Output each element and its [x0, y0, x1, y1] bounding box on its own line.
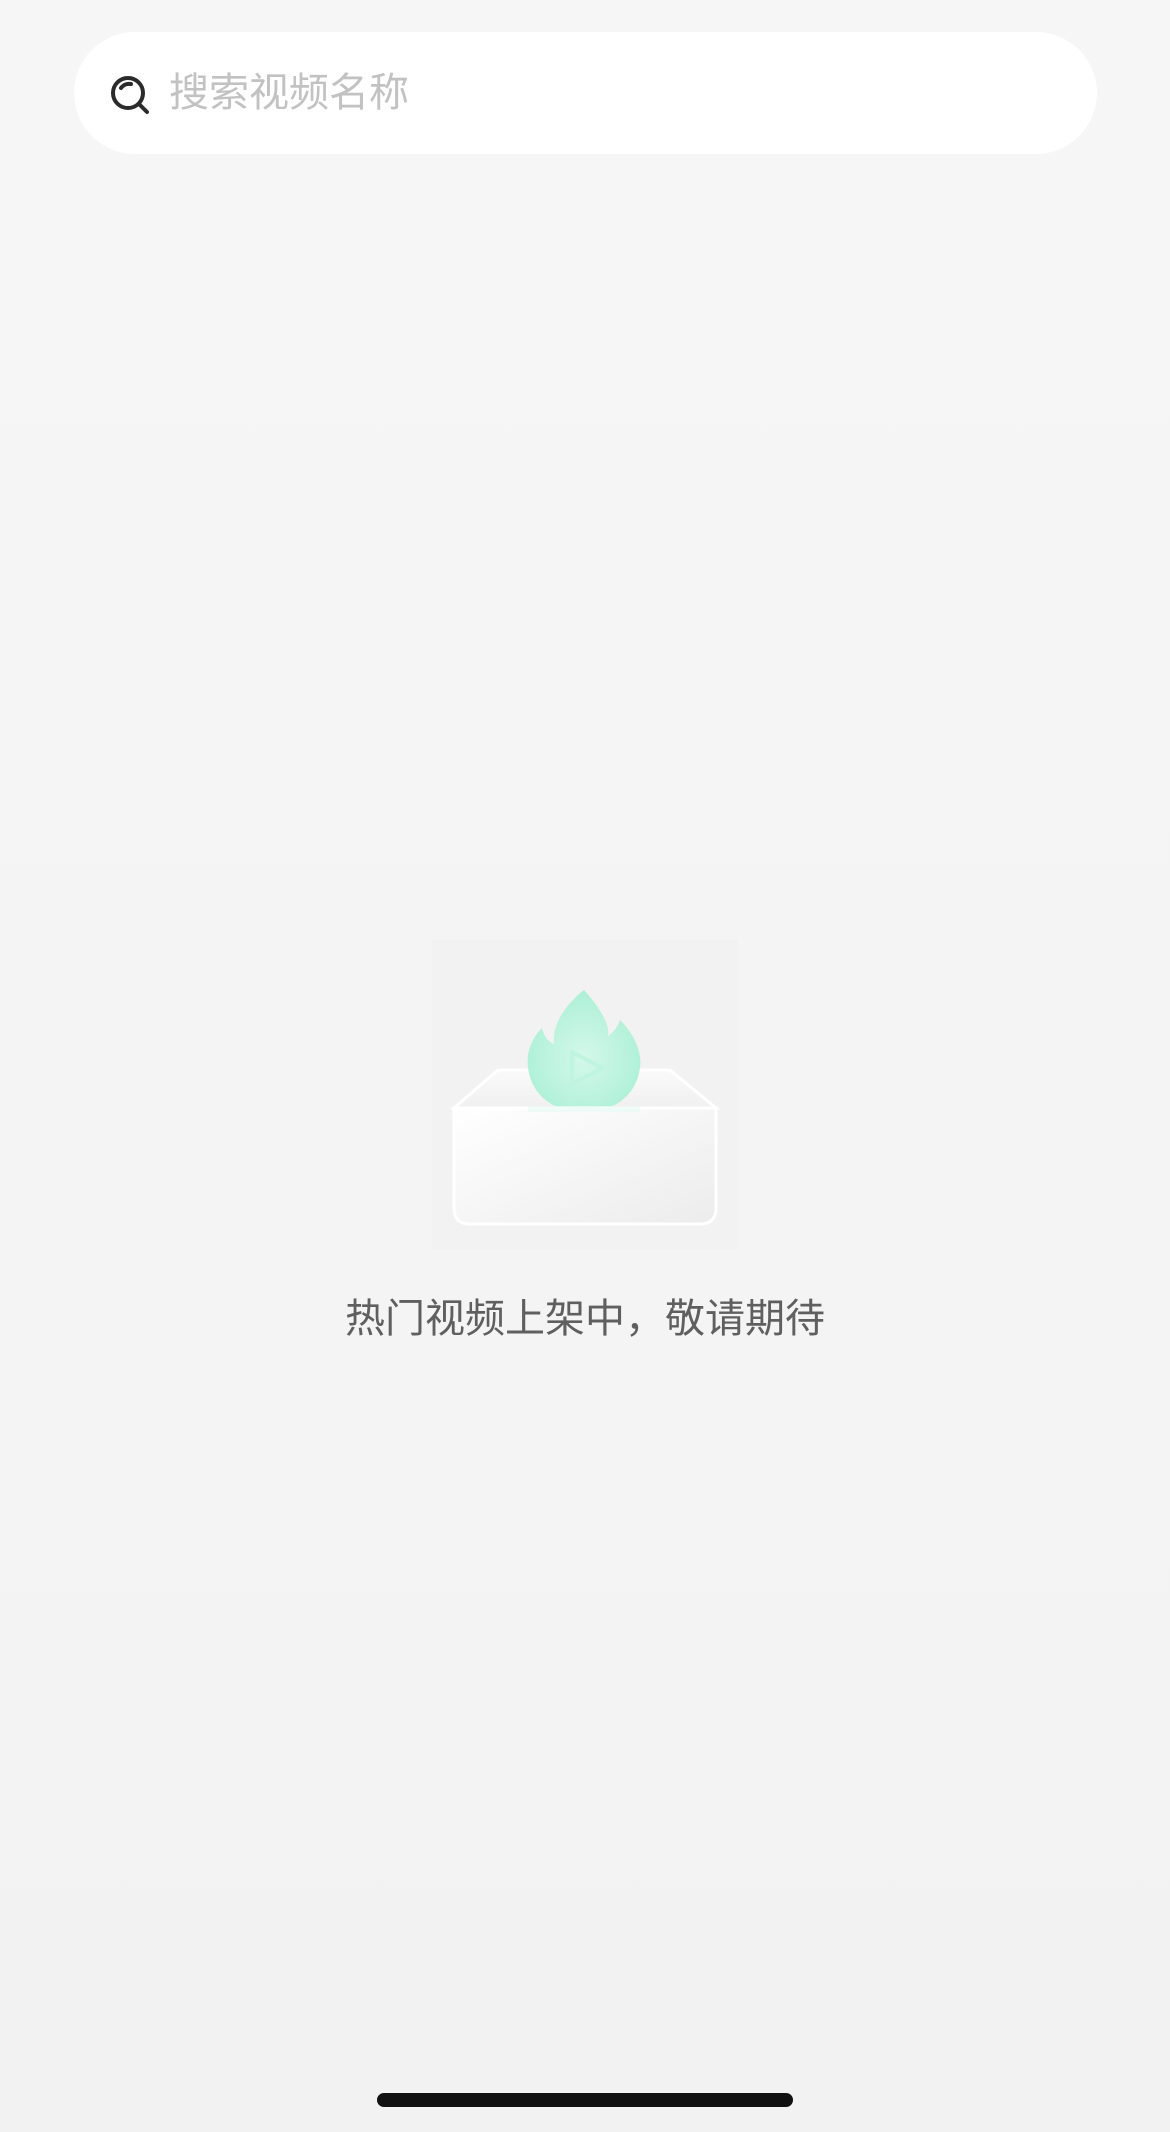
- search-icon: [109, 73, 153, 117]
- flame-play-box-icon: [432, 940, 738, 1250]
- empty-state: 热门视频上架中，敬请期待: [0, 940, 1170, 1360]
- search-input[interactable]: 搜索视频名称: [169, 32, 409, 154]
- search-bar[interactable]: 搜索视频名称: [74, 32, 1097, 154]
- home-indicator[interactable]: [377, 2093, 793, 2107]
- empty-state-message: 热门视频上架中，敬请期待: [345, 1296, 825, 1342]
